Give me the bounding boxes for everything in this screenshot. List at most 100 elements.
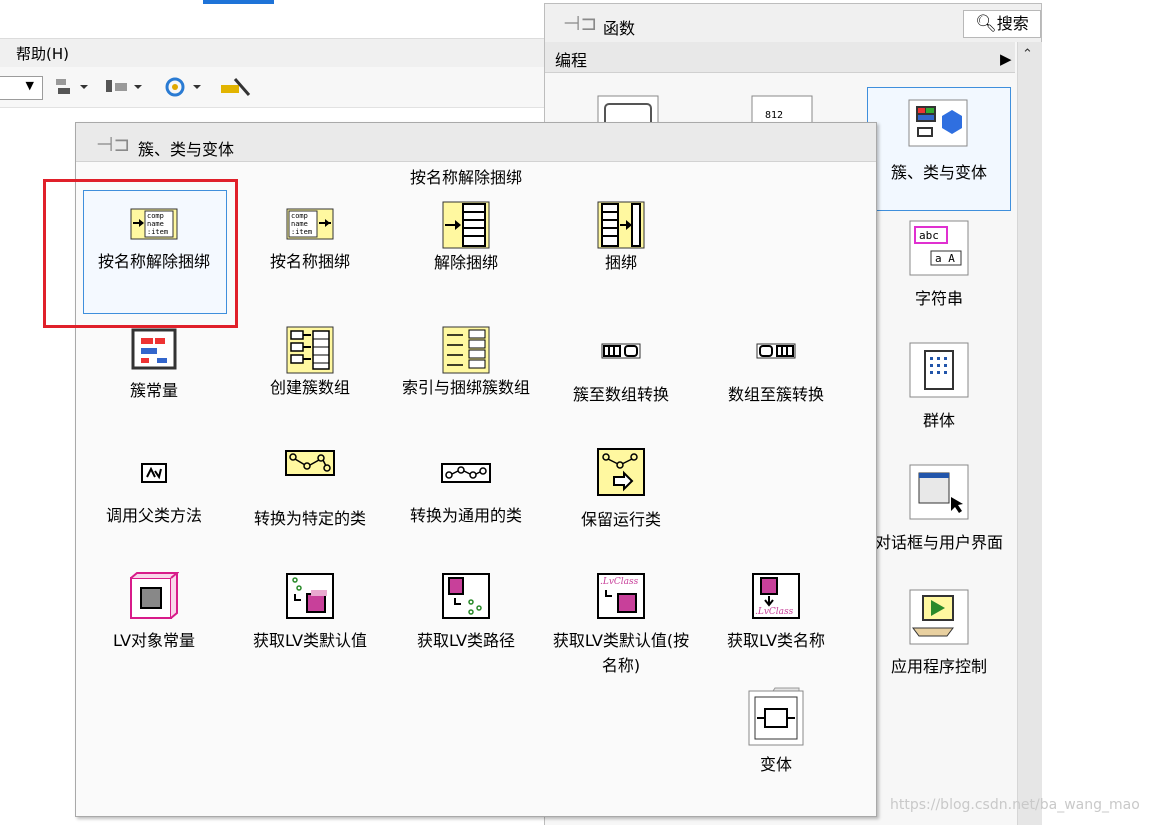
subpalette-header: ⊣⊐ 簇、类与变体	[76, 123, 876, 162]
string-icon: abc a A	[909, 220, 969, 276]
palette-title: 函数	[603, 19, 636, 38]
scroll-up-icon[interactable]: ⌃	[1022, 47, 1033, 62]
palette-item-get-lv-class-default-by-name[interactable]: .LvClass 获取LV类默认值(按名称)	[546, 572, 696, 678]
cluster-constant-icon	[131, 328, 177, 370]
get-lv-class-default-icon	[286, 573, 334, 619]
palette-item-unbundle-by-name[interactable]: comp name:item 按名称解除捆绑	[79, 205, 229, 274]
active-tab-indicator	[203, 0, 274, 4]
preserve-runtime-class-icon	[597, 448, 645, 496]
get-lv-class-name-icon: .LvClass	[752, 573, 800, 619]
func-item-string[interactable]: abc a A	[909, 217, 971, 283]
svg-text:a A: a A	[935, 252, 955, 265]
cluster-class-variant-icon	[908, 99, 968, 147]
collection-icon	[909, 342, 969, 398]
svg-text:name: name	[147, 220, 164, 228]
search-label: 搜索	[996, 14, 1029, 33]
item-label: 获取LV类名称	[726, 631, 826, 650]
cluster-to-array-icon	[601, 343, 641, 359]
palette-item-call-parent-method[interactable]: 调用父类方法	[79, 463, 229, 528]
item-label: LV对象常量	[112, 631, 196, 650]
toolbar: ▼	[0, 67, 545, 108]
palette-item-bundle[interactable]: 捆绑	[546, 200, 696, 275]
item-label: 转换为特定的类	[253, 509, 366, 528]
build-cluster-array-icon	[286, 326, 334, 374]
func-item-label: 应用程序控制	[890, 657, 987, 676]
func-item-app-control[interactable]	[909, 586, 971, 652]
palette-item-index-bundle-cluster-array[interactable]: 索引与捆绑簇数组	[391, 325, 541, 400]
svg-text:comp: comp	[147, 212, 164, 220]
svg-text:name: name	[291, 220, 308, 228]
item-label: 数组至簇转换	[727, 385, 824, 404]
item-label: 簇常量	[129, 381, 178, 400]
palette-item-cluster-constant[interactable]: 簇常量	[79, 328, 229, 403]
distribute-objects-icon[interactable]	[104, 75, 144, 99]
app-control-icon	[909, 589, 969, 645]
item-label: 调用父类方法	[105, 506, 202, 525]
palette-item-bundle-by-name[interactable]: comp name:item 按名称捆绑	[235, 205, 385, 274]
variant-folder-icon	[748, 687, 804, 746]
bundle-icon	[597, 201, 645, 249]
palette-item-lv-object-constant[interactable]: LV对象常量	[79, 572, 229, 653]
svg-text:812: 812	[765, 110, 783, 121]
index-bundle-cluster-array-icon	[442, 326, 490, 374]
subpalette-title: 簇、类与变体	[138, 140, 235, 159]
palette-item-preserve-runtime-class[interactable]: 保留运行类	[546, 447, 696, 532]
palette-item-get-lv-class-name[interactable]: .LvClass 获取LV类名称	[701, 572, 851, 653]
item-tooltip: 按名称解除捆绑	[410, 168, 523, 187]
func-item-collection[interactable]	[909, 339, 971, 405]
svg-text:.LvClass: .LvClass	[600, 577, 639, 587]
get-lv-class-default-by-name-icon: .LvClass	[597, 573, 645, 619]
reorder-icon[interactable]	[163, 75, 203, 99]
item-label: 转换为通用的类	[409, 506, 522, 525]
pin-icon[interactable]: ⊣⊐	[563, 11, 597, 35]
item-label: 创建簇数组	[269, 378, 350, 397]
palette-item-unbundle[interactable]: 解除捆绑	[391, 200, 541, 275]
menu-help[interactable]: 帮助(H)	[16, 43, 69, 64]
category-bar[interactable]: 编程	[545, 42, 1015, 73]
palette-item-cluster-to-array[interactable]: 簇至数组转换	[546, 342, 696, 407]
bundle-by-name-icon: compname:item	[286, 208, 334, 240]
func-item-label: 群体	[922, 411, 955, 430]
to-more-generic-class-icon	[441, 463, 491, 483]
expand-arrow-icon[interactable]: ▶	[1000, 50, 1012, 68]
align-objects-icon[interactable]	[54, 75, 90, 99]
palette-item-to-more-specific-class[interactable]: 转换为特定的类	[235, 450, 385, 531]
search-button[interactable]: 🔍︎搜索	[963, 10, 1041, 38]
palette-item-get-lv-class-default[interactable]: 获取LV类默认值	[235, 572, 385, 653]
func-item-label: 对话框与用户界面	[874, 533, 1003, 552]
watermark-text: https://blog.csdn.net/ba_wang_mao	[890, 797, 1140, 813]
magnifier-icon: 🔍︎	[975, 14, 997, 34]
functions-palette-header: ⊣⊐ 函数 🔍︎搜索	[545, 4, 1041, 42]
call-parent-method-icon	[141, 463, 167, 483]
palette-item-array-to-cluster[interactable]: 数组至簇转换	[701, 342, 851, 407]
folder-icon: 812	[751, 95, 813, 126]
item-label: 捆绑	[604, 253, 637, 272]
svg-text:abc: abc	[919, 229, 939, 242]
to-more-specific-class-icon	[285, 450, 335, 476]
item-label: 按名称解除捆绑	[97, 252, 210, 271]
dropdown-arrow-icon: ▼	[25, 79, 34, 92]
dialog-ui-icon	[909, 464, 969, 520]
cleanup-diagram-icon[interactable]	[219, 75, 253, 99]
vertical-scrollbar[interactable]: ⌃	[1017, 42, 1042, 825]
item-label: 索引与捆绑簇数组	[401, 378, 530, 397]
pin-icon[interactable]: ⊣⊐	[96, 132, 130, 156]
lv-object-constant-icon	[130, 572, 179, 619]
item-label: 按名称捆绑	[269, 252, 350, 271]
func-item-label: 簇、类与变体	[890, 163, 987, 182]
func-item-dialog-ui[interactable]	[909, 461, 971, 527]
palette-item-variant-folder[interactable]: 变体	[701, 687, 851, 777]
palette-item-to-more-generic-class[interactable]: 转换为通用的类	[391, 463, 541, 528]
font-dropdown[interactable]: ▼	[0, 76, 43, 100]
item-label: 解除捆绑	[433, 253, 498, 272]
unbundle-icon	[442, 201, 490, 249]
palette-item-build-cluster-array[interactable]: 创建簇数组	[235, 325, 385, 400]
item-label: 获取LV类默认值(按名称)	[552, 631, 690, 675]
category-label: 编程	[555, 51, 588, 70]
unbundle-by-name-icon: compname:item	[130, 208, 178, 240]
item-label: 获取LV类路径	[416, 631, 516, 650]
svg-text:comp: comp	[291, 212, 308, 220]
func-item-label: 字符串	[914, 289, 963, 308]
item-label: 变体	[759, 755, 792, 774]
palette-item-get-lv-class-path[interactable]: 获取LV类路径	[391, 572, 541, 653]
